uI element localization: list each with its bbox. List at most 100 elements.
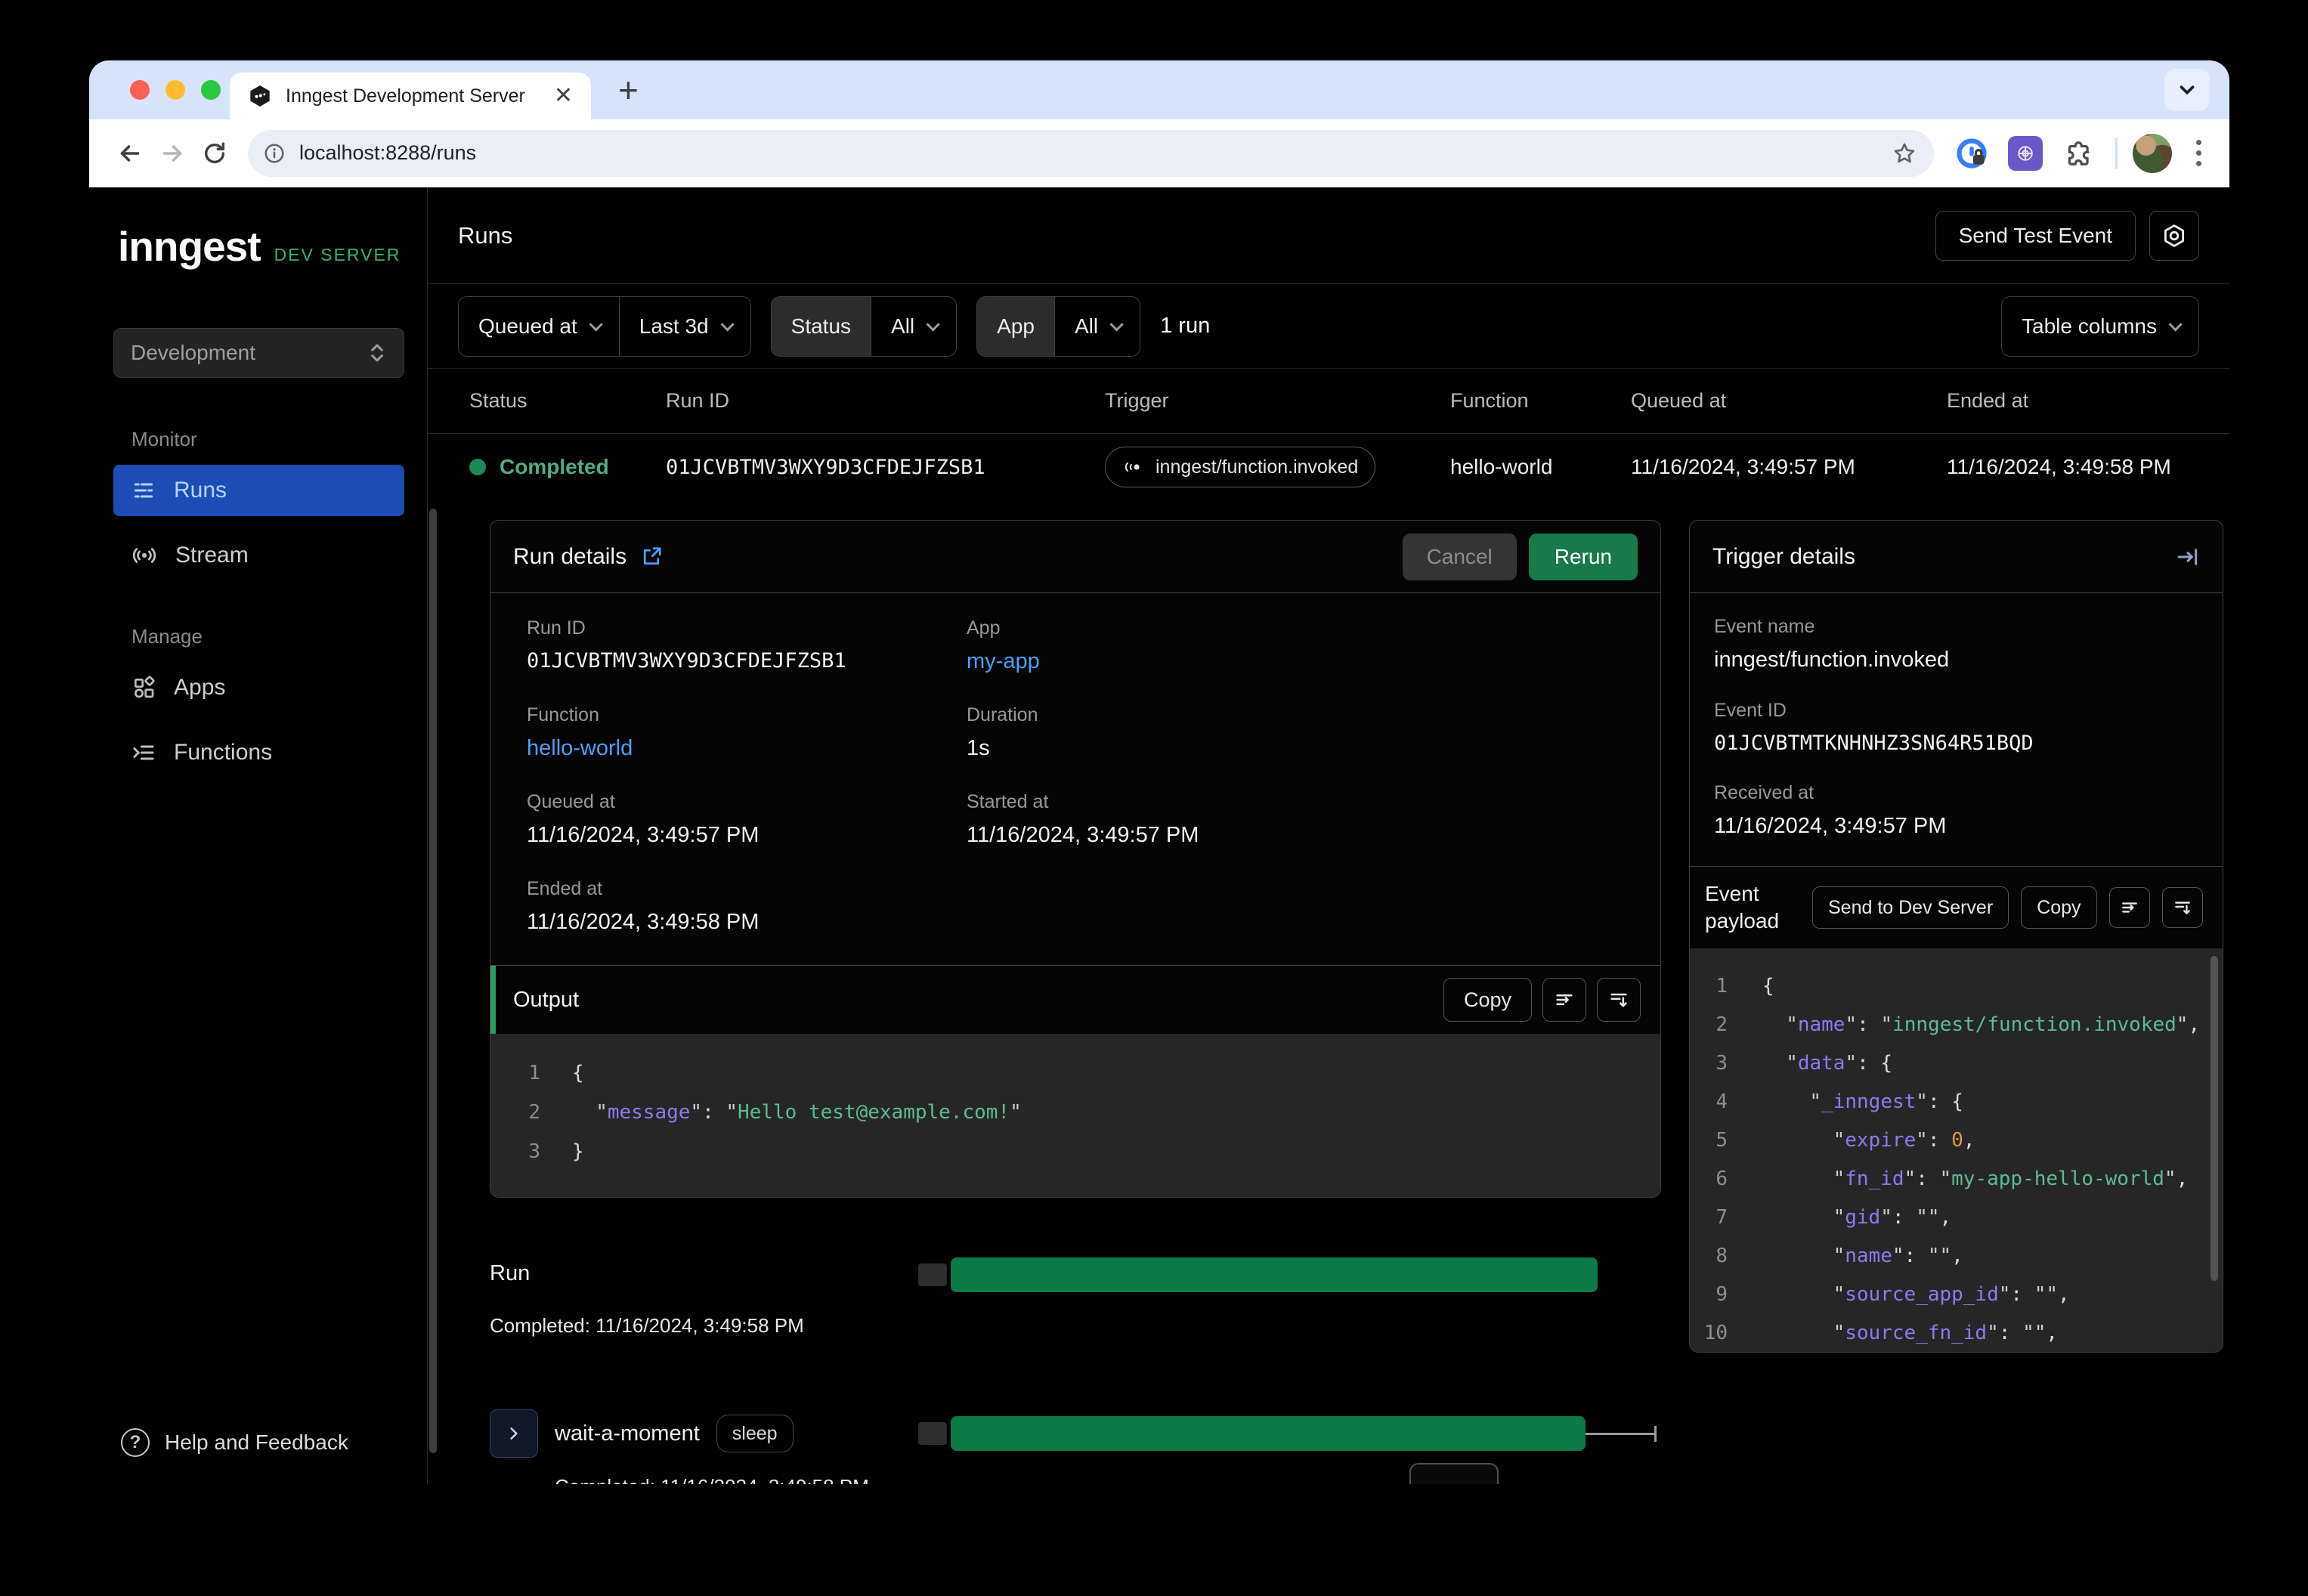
vertical-scrollbar[interactable]: [429, 509, 437, 1453]
chevron-down-icon: [1109, 317, 1124, 332]
rerun-button[interactable]: Rerun: [1528, 533, 1638, 580]
row-status: Completed: [500, 455, 609, 478]
onepassword-extension-icon[interactable]: [1951, 132, 1993, 175]
event-payload-code[interactable]: 1{2 "name": "inngest/function.invoked", 3 "…: [1690, 948, 2223, 1352]
tab-title: Inngest Development Server: [286, 85, 525, 107]
browser-menu-icon[interactable]: [2187, 140, 2210, 166]
output-copy-button[interactable]: Copy: [1443, 978, 1532, 1022]
minimize-window-button[interactable]: [166, 80, 185, 100]
row-queued-at: 11/16/2024, 3:49:57 PM: [1631, 455, 1855, 478]
chevron-down-icon: [720, 317, 735, 332]
function-link[interactable]: hello-world: [527, 736, 967, 761]
timeline-step-row[interactable]: wait-a-moment sleep: [490, 1409, 1661, 1458]
column-header-run-id: Run ID: [666, 389, 730, 412]
sidebar-item-stream[interactable]: Stream: [113, 530, 404, 581]
gear-icon: [2164, 224, 2185, 247]
tab-close-icon[interactable]: ✕: [554, 85, 573, 107]
field-label: Event ID: [1714, 700, 1787, 721]
send-to-dev-server-button[interactable]: Send to Dev Server: [1812, 886, 2009, 929]
copy-label: Copy: [2037, 896, 2081, 918]
app-filter-label: App: [977, 296, 1054, 356]
app-filter-dropdown[interactable]: All: [1053, 296, 1140, 356]
run-count: 1 run: [1160, 314, 1211, 338]
sidebar-item-apps[interactable]: Apps: [113, 662, 404, 713]
trigger-details-title: Trigger details: [1712, 543, 1855, 569]
payload-word-wrap-button[interactable]: [2108, 887, 2150, 928]
payload-scrollbar[interactable]: [2211, 956, 2218, 1281]
chevron-down-icon: [2168, 317, 2183, 332]
timeline-queued-segment: [918, 1422, 947, 1445]
fullscreen-window-button[interactable]: [201, 80, 221, 100]
settings-button[interactable]: [2149, 210, 2199, 261]
page-title: Runs: [458, 221, 513, 249]
open-run-external-icon[interactable]: [640, 546, 663, 568]
chevron-down-icon: [926, 317, 940, 332]
site-info-icon[interactable]: [257, 132, 292, 175]
profile-avatar[interactable]: [2133, 133, 2172, 173]
send-to-dev-server-label: Send to Dev Server: [1828, 896, 1994, 918]
app-filter-value: All: [1074, 314, 1099, 338]
sidebar-item-functions[interactable]: Functions: [113, 727, 404, 778]
output-code[interactable]: 1{2 "message": "Hello test@example.com!" 3…: [490, 1034, 1660, 1197]
back-button[interactable]: [109, 132, 151, 175]
app-link[interactable]: my-app: [967, 649, 1624, 674]
scroll-to-bottom-button[interactable]: [1597, 978, 1641, 1022]
window-controls: [89, 80, 221, 100]
timeline-run-row[interactable]: Run: [490, 1251, 1661, 1299]
chevron-right-icon: [510, 1427, 518, 1440]
environment-select[interactable]: Development: [113, 328, 404, 378]
sidebar-item-label: Apps: [174, 675, 226, 700]
page-header: Runs Send Test Event: [428, 187, 2229, 284]
help-and-feedback[interactable]: ? Help and Feedback: [113, 1428, 404, 1457]
url-bar[interactable]: localhost:8288/runs: [248, 129, 1934, 177]
field-label: App: [967, 617, 1001, 639]
payload-copy-button[interactable]: Copy: [2021, 886, 2097, 929]
run-details-title: Run details: [513, 543, 627, 569]
browser-tab[interactable]: Inngest Development Server ✕: [230, 73, 591, 119]
runs-icon: [134, 483, 153, 498]
event-payload-label: Event payload: [1705, 882, 1780, 933]
payload-scroll-bottom-button[interactable]: [2161, 887, 2203, 928]
new-tab-button[interactable]: +: [618, 70, 639, 110]
environment-value: Development: [131, 341, 255, 364]
trigger-fields: Event name inngest/function.invoked Event…: [1690, 593, 2223, 866]
sidebar-item-label: Functions: [174, 740, 273, 765]
send-test-event-button[interactable]: Send Test Event: [1935, 210, 2136, 261]
word-wrap-button[interactable]: [1542, 978, 1586, 1022]
run-id-value: 01JCVBTMV3WXY9D3CFDEJFZSB1: [527, 649, 846, 673]
status-filter: Status All: [770, 295, 958, 357]
status-dot: [469, 459, 486, 475]
sidebar-section-monitor: Monitor: [131, 428, 197, 450]
event-name-value: inngest/function.invoked: [1714, 648, 1950, 672]
status-filter-dropdown[interactable]: All: [871, 296, 956, 356]
status-filter-value: All: [891, 314, 915, 338]
column-header-function: Function: [1450, 389, 1529, 412]
bookmark-star-icon[interactable]: [1887, 132, 1922, 175]
time-field-value: Queued at: [478, 314, 577, 338]
chevron-down-icon: [589, 317, 603, 332]
extensions-puzzle-icon[interactable]: [2058, 132, 2100, 175]
scroll-bottom-icon: [1610, 993, 1627, 1007]
table-row[interactable]: Completed 01JCVBTMV3WXY9D3CFDEJFZSB1 inn…: [428, 434, 2229, 500]
expand-step-button[interactable]: [490, 1409, 538, 1458]
trigger-badge-label: inngest/function.invoked: [1156, 456, 1359, 478]
run-details-fields: Run ID 01JCVBTMV3WXY9D3CFDEJFZSB1 App my-a…: [490, 593, 1660, 965]
inngest-app: inngest DEV SERVER Development Monitor R…: [89, 187, 2229, 1484]
sidebar-item-runs[interactable]: Runs: [113, 465, 404, 516]
trigger-badge[interactable]: inngest/function.invoked: [1105, 447, 1376, 487]
time-range-dropdown[interactable]: Last 3d: [618, 296, 750, 356]
dev-server-badge: DEV SERVER: [274, 245, 401, 264]
toolbar-divider: [2115, 137, 2118, 169]
forward-button[interactable]: [151, 132, 193, 175]
cancel-button[interactable]: Cancel: [1402, 533, 1517, 580]
reload-button[interactable]: [193, 132, 236, 175]
close-window-button[interactable]: [130, 80, 150, 100]
purple-extension-icon[interactable]: [2008, 135, 2043, 171]
table-columns-dropdown[interactable]: Table columns: [2001, 295, 2199, 357]
partial-bottom-button[interactable]: [1409, 1463, 1499, 1484]
time-field-dropdown[interactable]: Queued at: [459, 297, 619, 356]
tab-search-button[interactable]: [2164, 69, 2210, 111]
main-pane: Runs Send Test Event Queued at Last 3d S…: [427, 187, 2229, 1484]
word-wrap-icon: [1556, 994, 1573, 1006]
collapse-panel-button[interactable]: [2176, 545, 2200, 569]
